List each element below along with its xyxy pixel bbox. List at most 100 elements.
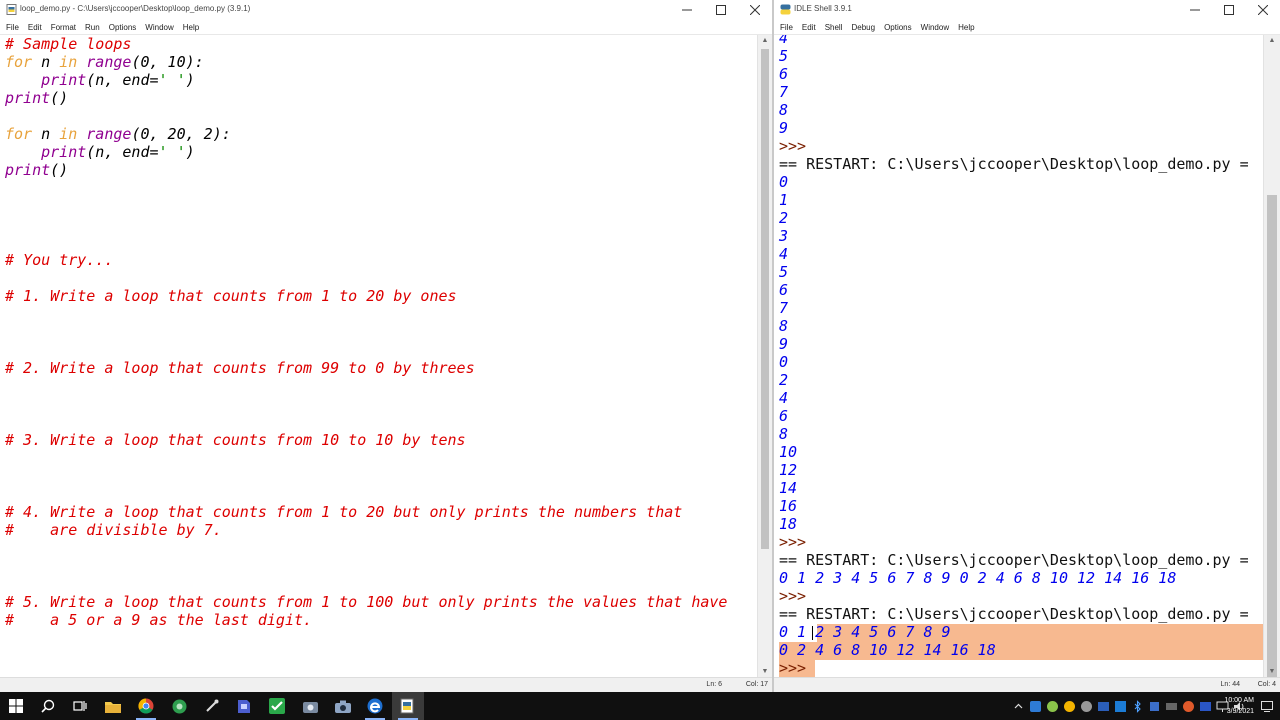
- editor-line: ​: [5, 395, 727, 413]
- task-view-button[interactable]: [64, 692, 96, 720]
- editor-line: print(): [5, 161, 727, 179]
- scroll-up-icon[interactable]: ▲: [758, 35, 772, 47]
- shell-line: >>>: [779, 533, 1249, 551]
- shell-token: 9: [779, 119, 789, 137]
- shell-token: 4: [779, 35, 789, 47]
- tray-app-icon[interactable]: [1199, 700, 1212, 713]
- close-button[interactable]: [738, 0, 772, 20]
- editor-token: (): [50, 89, 69, 107]
- maximize-button[interactable]: [1212, 0, 1246, 20]
- editor-token: for: [5, 53, 33, 71]
- menu-format[interactable]: Format: [51, 23, 76, 32]
- tray-app-icon[interactable]: [1182, 700, 1195, 713]
- shell-line: 0: [779, 173, 1249, 191]
- scroll-up-icon[interactable]: ▲: [1264, 35, 1280, 47]
- tray-app-icon[interactable]: [1029, 700, 1042, 713]
- tray-app-icon[interactable]: [1097, 700, 1110, 713]
- editor-line: # 2. Write a loop that counts from 99 to…: [5, 359, 727, 377]
- menu-window[interactable]: Window: [145, 23, 173, 32]
- shell-line: >>>: [779, 587, 1249, 605]
- editor-title: loop_demo.py - C:\Users\jccooper\Desktop…: [20, 4, 251, 13]
- maximize-button[interactable]: [704, 0, 738, 20]
- shell-line: 0 1 2 3 4 5 6 7 8 9: [779, 623, 1249, 641]
- editor-line: ​: [5, 323, 727, 341]
- shell-text-area[interactable]: 4 5 6 7 8 9 >>> == RESTART: C:\Users\jccooper\…: [774, 35, 1264, 678]
- editor-titlebar[interactable]: loop_demo.py - C:\Users\jccooper\Desktop…: [0, 0, 772, 20]
- taskbar-idle[interactable]: [392, 692, 424, 720]
- shell-line: >>>: [779, 659, 1249, 677]
- editor-line: # You try...: [5, 251, 727, 269]
- minimize-button[interactable]: [670, 0, 704, 20]
- shell-line-number: Ln: 44: [1220, 681, 1240, 688]
- menu-options[interactable]: Options: [109, 23, 137, 32]
- menu-help[interactable]: Help: [958, 23, 974, 32]
- editor-text-area[interactable]: # Sample loops for n in range(0, 10): pri…: [0, 35, 758, 678]
- shell-line: 3: [779, 227, 1249, 245]
- editor-line: ​: [5, 485, 727, 503]
- taskbar-app-green[interactable]: [163, 692, 195, 720]
- notification-icon[interactable]: [1260, 699, 1274, 713]
- shell-line: 6: [779, 407, 1249, 425]
- menu-run[interactable]: Run: [85, 23, 100, 32]
- chevron-up-icon[interactable]: [1012, 700, 1025, 713]
- shell-scroll-thumb[interactable]: [1267, 195, 1277, 685]
- menu-window[interactable]: Window: [921, 23, 949, 32]
- menu-file[interactable]: File: [780, 23, 793, 32]
- taskbar-app-blue[interactable]: [228, 692, 260, 720]
- tray-app-icon[interactable]: [1046, 700, 1059, 713]
- shell-scrollbar[interactable]: ▲ ▼: [1263, 35, 1280, 685]
- editor-scroll-thumb[interactable]: [761, 49, 769, 549]
- menu-debug[interactable]: Debug: [851, 23, 875, 32]
- taskbar-clock[interactable]: 10:00 AM 3/9/2021: [1224, 695, 1254, 717]
- checkmark-icon: [269, 698, 285, 714]
- minimize-icon: [1190, 9, 1200, 11]
- shell-token: 0: [779, 173, 789, 191]
- tray-app-icon[interactable]: [1165, 700, 1178, 713]
- menu-help[interactable]: Help: [183, 23, 199, 32]
- editor-scrollbar[interactable]: ▲ ▼: [757, 35, 772, 678]
- close-button[interactable]: [1246, 0, 1280, 20]
- menu-edit[interactable]: Edit: [28, 23, 42, 32]
- shell-col-number: Col: 4: [1257, 681, 1276, 688]
- taskbar-search[interactable]: [32, 692, 64, 720]
- editor-line: ​: [5, 233, 727, 251]
- editor-line: print(n, end=' '): [5, 143, 727, 161]
- taskbar-edge[interactable]: [359, 692, 391, 720]
- minimize-button[interactable]: [1178, 0, 1212, 20]
- shell-output: 4 5 6 7 8 9 >>> == RESTART: C:\Users\jccooper\…: [779, 35, 1249, 677]
- menu-shell[interactable]: Shell: [825, 23, 843, 32]
- editor-token: # Sample loops: [5, 35, 132, 53]
- bluetooth-icon[interactable]: [1131, 699, 1144, 713]
- menu-edit[interactable]: Edit: [802, 23, 816, 32]
- tray-app-icon[interactable]: [1080, 700, 1093, 713]
- task-view-icon: [73, 701, 87, 711]
- shell-token: 9: [779, 335, 789, 353]
- close-icon: [750, 5, 760, 15]
- shell-line: 14: [779, 479, 1249, 497]
- shell-titlebar[interactable]: IDLE Shell 3.9.1: [774, 0, 1280, 20]
- editor-line: ​: [5, 467, 727, 485]
- taskbar-checkmark-app[interactable]: [261, 692, 293, 720]
- taskbar-app-tool[interactable]: [196, 692, 228, 720]
- taskbar-chrome[interactable]: [130, 692, 162, 720]
- editor-token: # a 5 or a 9 as the last digit.: [5, 611, 313, 629]
- editor-token: # You try...: [5, 251, 114, 269]
- shell-line: == RESTART: C:\Users\jccooper\Desktop\lo…: [779, 605, 1249, 623]
- taskbar-camera[interactable]: [327, 692, 359, 720]
- tray-app-icon[interactable]: [1148, 700, 1161, 713]
- taskbar-app-grey[interactable]: [294, 692, 326, 720]
- shell-token: 6: [779, 65, 789, 83]
- taskbar-file-explorer[interactable]: [97, 692, 129, 720]
- idle-icon: [400, 698, 414, 714]
- tray-app-icon[interactable]: [1114, 700, 1127, 713]
- editor-token: [77, 125, 86, 143]
- menu-options[interactable]: Options: [884, 23, 912, 32]
- shell-title: IDLE Shell 3.9.1: [794, 4, 852, 13]
- start-button[interactable]: [0, 692, 32, 720]
- editor-token: # 4. Write a loop that counts from 1 to …: [5, 503, 683, 521]
- shell-token: >>>: [779, 659, 816, 677]
- menu-file[interactable]: File: [6, 23, 19, 32]
- tray-app-icon[interactable]: [1063, 700, 1076, 713]
- shell-token: >>>: [779, 533, 816, 551]
- shell-line: 4: [779, 35, 1249, 47]
